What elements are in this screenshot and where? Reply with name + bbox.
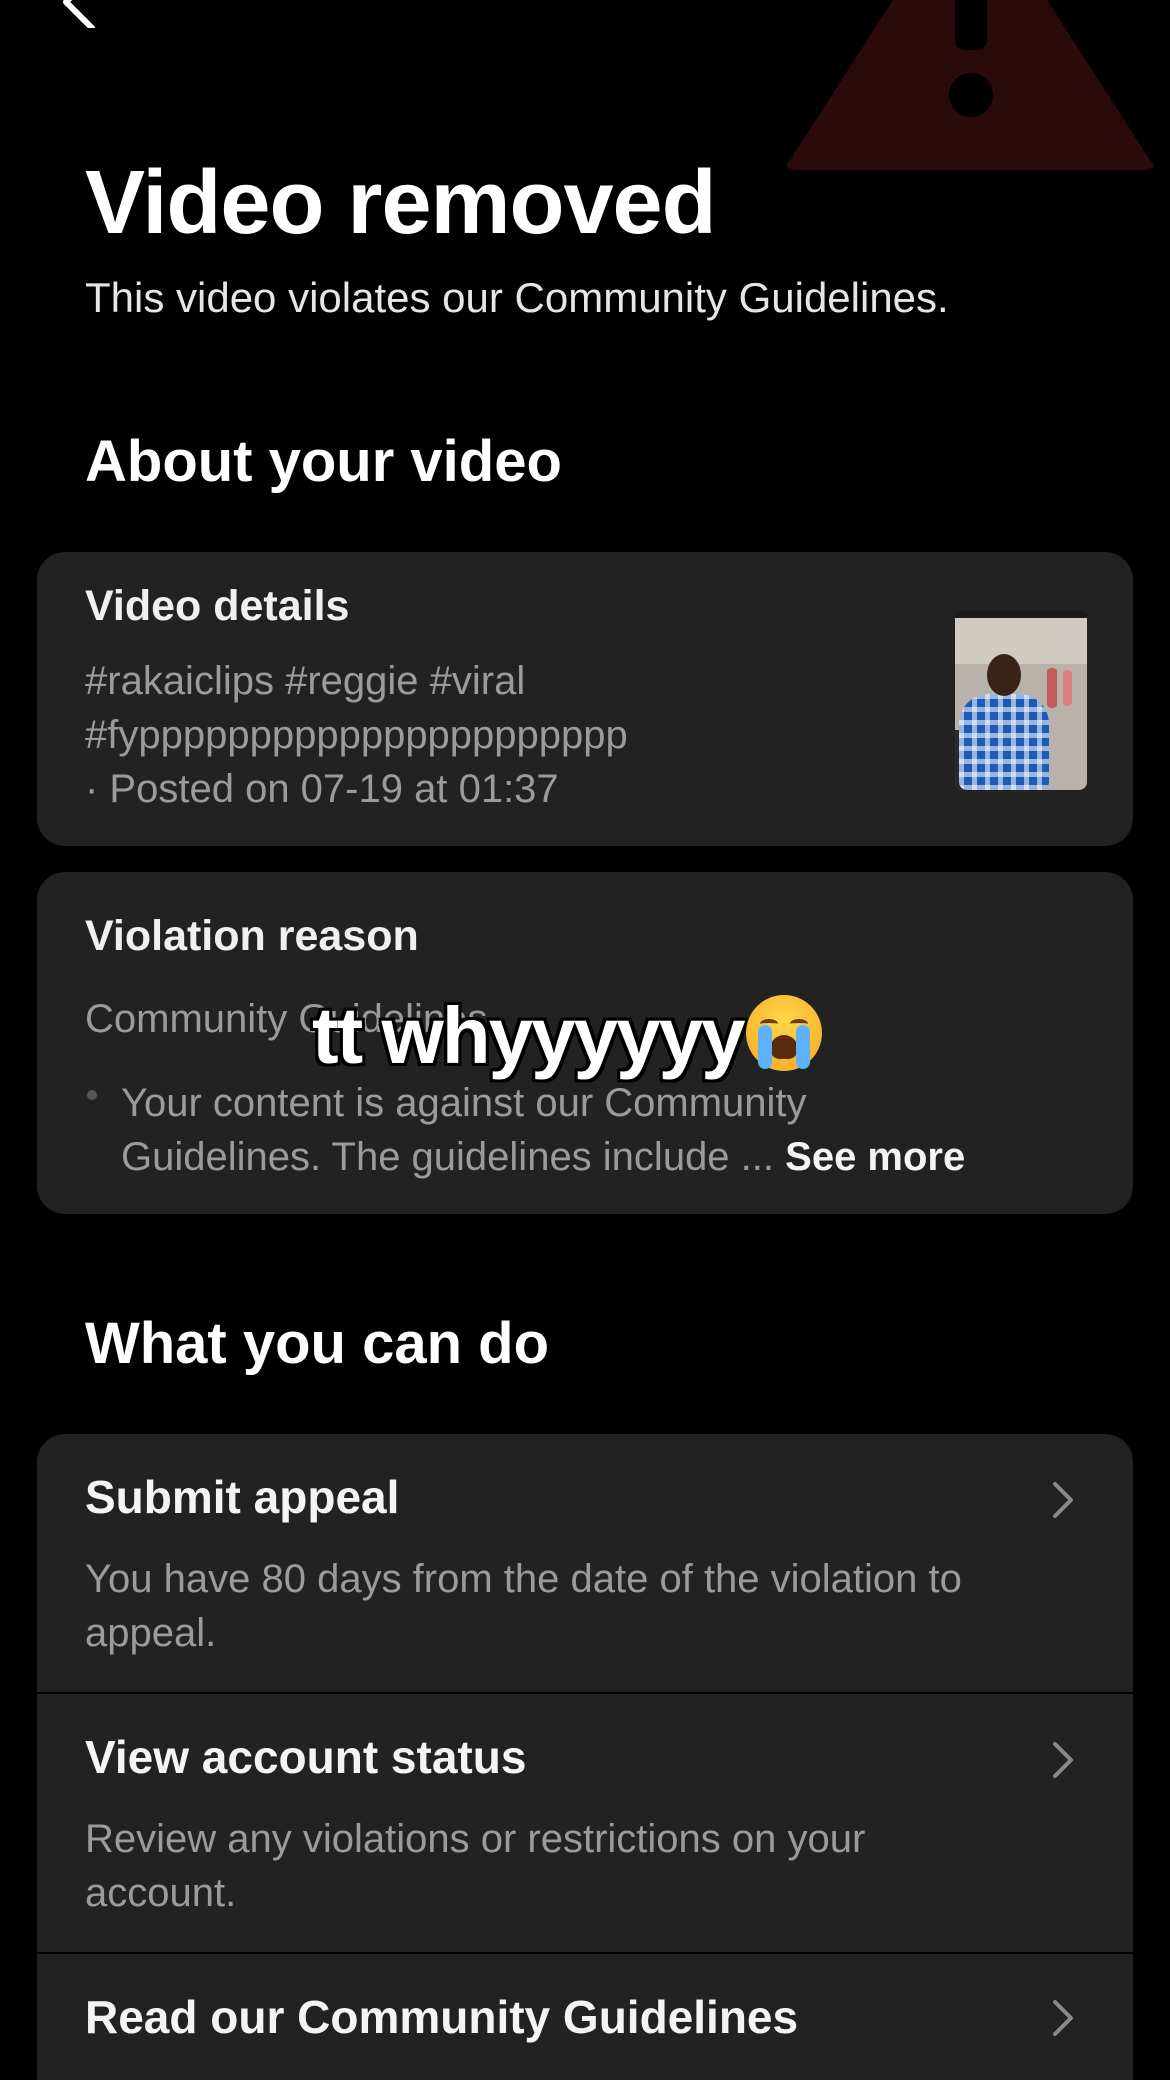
thumbnail-person-body	[959, 694, 1049, 790]
violation-description-line1: Your content is against our Community	[121, 1081, 807, 1125]
about-section-title: About your video	[85, 429, 562, 494]
thumbnail-figure	[1063, 670, 1072, 706]
view-account-status-title: View account status	[85, 1731, 527, 1783]
violation-description-line2: Guidelines. The guidelines include ...	[121, 1135, 775, 1179]
warning-icon	[786, 0, 1154, 170]
submit-appeal-title: Submit appeal	[85, 1471, 400, 1523]
video-details-card[interactable]: Video details #rakaiclips #reggie #viral…	[37, 552, 1133, 846]
read-community-guidelines-title: Read our Community Guidelines	[85, 1991, 799, 2043]
violation-reason-title: Violation reason	[85, 912, 419, 960]
overlay-caption-text: tt whyyyyyy	[312, 991, 746, 1080]
thumbnail-figure	[1047, 668, 1057, 708]
overlay-caption: tt whyyyyyy	[312, 990, 822, 1082]
video-thumbnail[interactable]	[955, 610, 1087, 790]
submit-appeal-item[interactable]: Submit appeal You have 80 days from the …	[37, 1434, 1133, 1692]
view-account-status-item[interactable]: View account status Review any violation…	[37, 1694, 1133, 1952]
submit-appeal-description: You have 80 days from the date of the vi…	[85, 1557, 962, 1655]
video-hashtags-line2: #fypppppppppppppppppppppp	[85, 713, 628, 757]
actions-section-title: What you can do	[85, 1311, 549, 1376]
read-community-guidelines-item[interactable]: Read our Community Guidelines	[37, 1954, 1133, 2080]
bullet-dot-icon	[87, 1090, 97, 1100]
loudly-crying-emoji-icon	[745, 995, 822, 1071]
chevron-right-icon	[1053, 2000, 1073, 2036]
page-title: Video removed	[85, 153, 717, 253]
see-more-link[interactable]: See more	[785, 1135, 965, 1179]
chevron-right-icon	[1053, 1482, 1073, 1518]
video-hashtags-line1: #rakaiclips #reggie #viral	[85, 659, 526, 703]
page-subtitle: This video violates our Community Guidel…	[85, 274, 949, 321]
back-arrow-icon[interactable]	[52, 0, 108, 28]
view-account-status-description: Review any violations or restrictions on…	[85, 1817, 866, 1915]
chevron-right-icon	[1053, 1742, 1073, 1778]
thumbnail-person-head	[987, 654, 1021, 696]
video-posted-date: · Posted on 07-19 at 01:37	[85, 767, 559, 811]
video-details-title: Video details	[85, 582, 350, 630]
